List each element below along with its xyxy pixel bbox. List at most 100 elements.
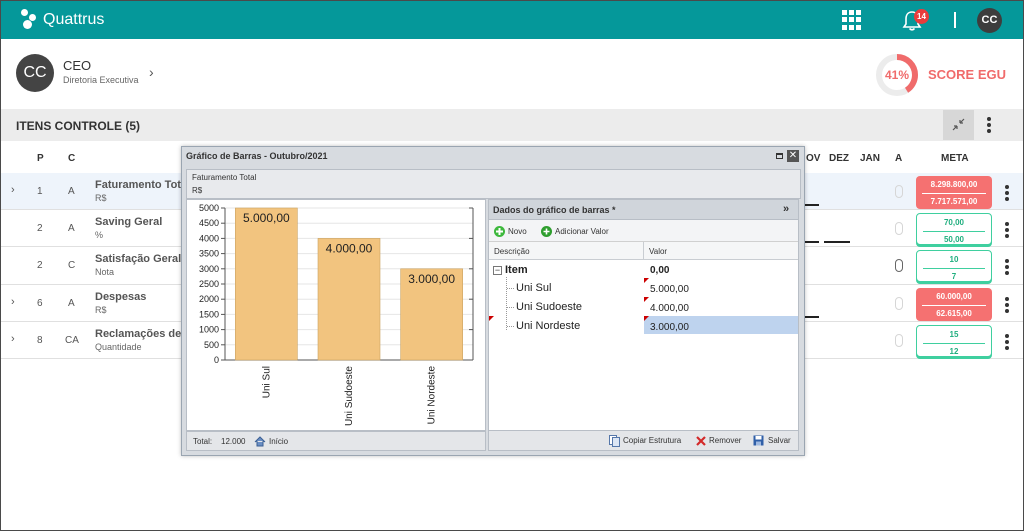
add-value-button[interactable]: Adicionar Valor [555, 227, 609, 236]
data-toolbar: Novo Adicionar Valor [489, 220, 798, 242]
top-bar: Quattrus 14 CC [1, 1, 1023, 39]
row-more-icon[interactable] [1005, 222, 1009, 240]
expand-chevron-icon[interactable]: › [11, 333, 15, 345]
section-header [1, 109, 1023, 141]
copy-structure-button[interactable]: Copiar Estrutura [623, 436, 681, 445]
bar-data-label: 5.000,00 [243, 211, 290, 225]
row-name[interactable]: Despesas [95, 291, 146, 303]
data-column-headers: Descrição Valor [489, 242, 798, 260]
new-button[interactable]: Novo [508, 227, 527, 236]
home-icon[interactable] [254, 436, 266, 447]
profile-role[interactable]: CEO [63, 58, 91, 73]
meta-actual: 7.717.571,00 [930, 197, 978, 206]
tree-item-value[interactable]: 4.000,00 [650, 303, 689, 314]
save-button[interactable]: Salvar [768, 436, 791, 445]
col-header-dez: DEZ [829, 153, 849, 164]
meta-badge[interactable]: 60.000,00 62.615,00 [916, 288, 992, 321]
brand-name[interactable]: Quattrus [43, 11, 104, 29]
col-header-jan: JAN [860, 153, 881, 164]
remove-icon [696, 436, 706, 446]
meta-actual: 12 [949, 347, 959, 356]
meta-actual: 50,00 [943, 235, 965, 244]
row-unit: R$ [95, 305, 107, 315]
y-tick-label: 3500 [199, 249, 219, 259]
col-header-nov: OV [806, 153, 821, 164]
chevron-right-icon[interactable]: › [149, 64, 154, 80]
row-name[interactable]: Faturamento Tota [95, 179, 187, 191]
meta-badge[interactable]: 70,00 50,00 [916, 213, 992, 245]
tree-collapse-icon[interactable]: − [493, 266, 502, 275]
row-name[interactable]: Saving Geral [95, 216, 162, 228]
bar-chart: 0 500 1000 1500 2000 2500 3000 3500 4000 4500 5000… [199, 203, 474, 426]
col-header-a: A [895, 153, 903, 164]
col-value[interactable]: Valor [649, 247, 667, 256]
row-more-icon[interactable] [1005, 259, 1009, 277]
row-unit: % [95, 230, 104, 240]
attachment-icon[interactable] [895, 334, 903, 347]
row-class: A [68, 298, 75, 309]
y-tick-label: 500 [204, 340, 219, 350]
collapse-arrows-icon [952, 118, 965, 131]
row-more-icon[interactable] [1005, 334, 1009, 352]
tree-item-value[interactable]: 5.000,00 [650, 284, 689, 295]
total-value: 12.000 [221, 437, 246, 446]
profile-department: Diretoria Executiva [63, 75, 139, 85]
tree-item-value[interactable]: 3.000,00 [650, 322, 689, 333]
bar-data-label: 3.000,00 [408, 272, 455, 286]
col-description[interactable]: Descrição [494, 247, 530, 256]
value-dash [824, 241, 850, 243]
value-dash [805, 204, 819, 206]
chart-footer: Total: 12.000 Início [186, 431, 486, 451]
chart-data-panel: Dados do gráfico de barras * » Novo Adic… [488, 199, 799, 451]
modified-marker [644, 278, 649, 283]
attachment-icon[interactable] [895, 185, 903, 198]
close-icon[interactable]: ✕ [787, 150, 799, 162]
chart-header: Faturamento Total R$ [186, 169, 801, 199]
row-class: C [68, 260, 76, 271]
profile-avatar: CC [16, 54, 54, 92]
attachment-icon[interactable] [895, 297, 903, 310]
meta-badge[interactable]: 10 7 [916, 250, 992, 282]
row-more-icon[interactable] [1005, 185, 1009, 203]
quattrus-logo-icon [21, 9, 39, 31]
y-tick-label: 4500 [199, 218, 219, 228]
row-class: A [68, 223, 75, 234]
row-more-icon[interactable] [1005, 297, 1009, 315]
collapse-button[interactable] [943, 110, 974, 140]
section-more-icon[interactable] [987, 117, 991, 135]
row-priority: 1 [37, 186, 43, 197]
minimize-icon[interactable] [776, 153, 783, 159]
meta-badge[interactable]: 15 12 [916, 325, 992, 357]
meta-target: 60.000,00 [936, 292, 972, 301]
remove-button[interactable]: Remover [709, 436, 741, 445]
chart-area: 0 500 1000 1500 2000 2500 3000 3500 4000 4500 5000… [186, 199, 486, 431]
y-tick-label: 2500 [199, 279, 219, 289]
col-header-c: C [68, 153, 76, 164]
apps-grid-icon[interactable] [842, 10, 862, 30]
row-class: CA [65, 335, 79, 346]
user-avatar[interactable]: CC [977, 8, 1002, 33]
expand-chevron-icon[interactable]: › [11, 184, 15, 196]
row-unit: Quantidade [95, 342, 142, 352]
modified-marker [644, 297, 649, 302]
row-name[interactable]: Satisfação Geral c [95, 253, 190, 265]
attachment-icon[interactable] [895, 222, 903, 235]
plus-green-icon [494, 226, 505, 237]
row-class: A [68, 186, 75, 197]
topbar-divider [954, 12, 956, 28]
dialog-title[interactable]: Gráfico de Barras - Outubro/2021 [186, 151, 328, 161]
data-panel-footer: Copiar Estrutura Remover Salvar [489, 430, 798, 450]
chart-title: Faturamento Total [192, 173, 257, 182]
bar [317, 238, 381, 361]
expand-chevron-icon[interactable]: › [11, 296, 15, 308]
row-priority: 8 [37, 335, 43, 346]
score-label: SCORE EGU [928, 67, 1007, 82]
meta-actual: 7 [951, 272, 957, 281]
row-name[interactable]: Reclamações de C [95, 328, 192, 340]
attachment-icon[interactable] [895, 259, 903, 272]
save-disk-icon [753, 435, 764, 446]
x-category-label: Uni Sul [261, 366, 272, 398]
home-button[interactable]: Início [269, 437, 288, 446]
meta-badge[interactable]: 8.298.800,00 7.717.571,00 [916, 176, 992, 209]
expand-double-chevron-icon[interactable]: » [783, 203, 789, 215]
